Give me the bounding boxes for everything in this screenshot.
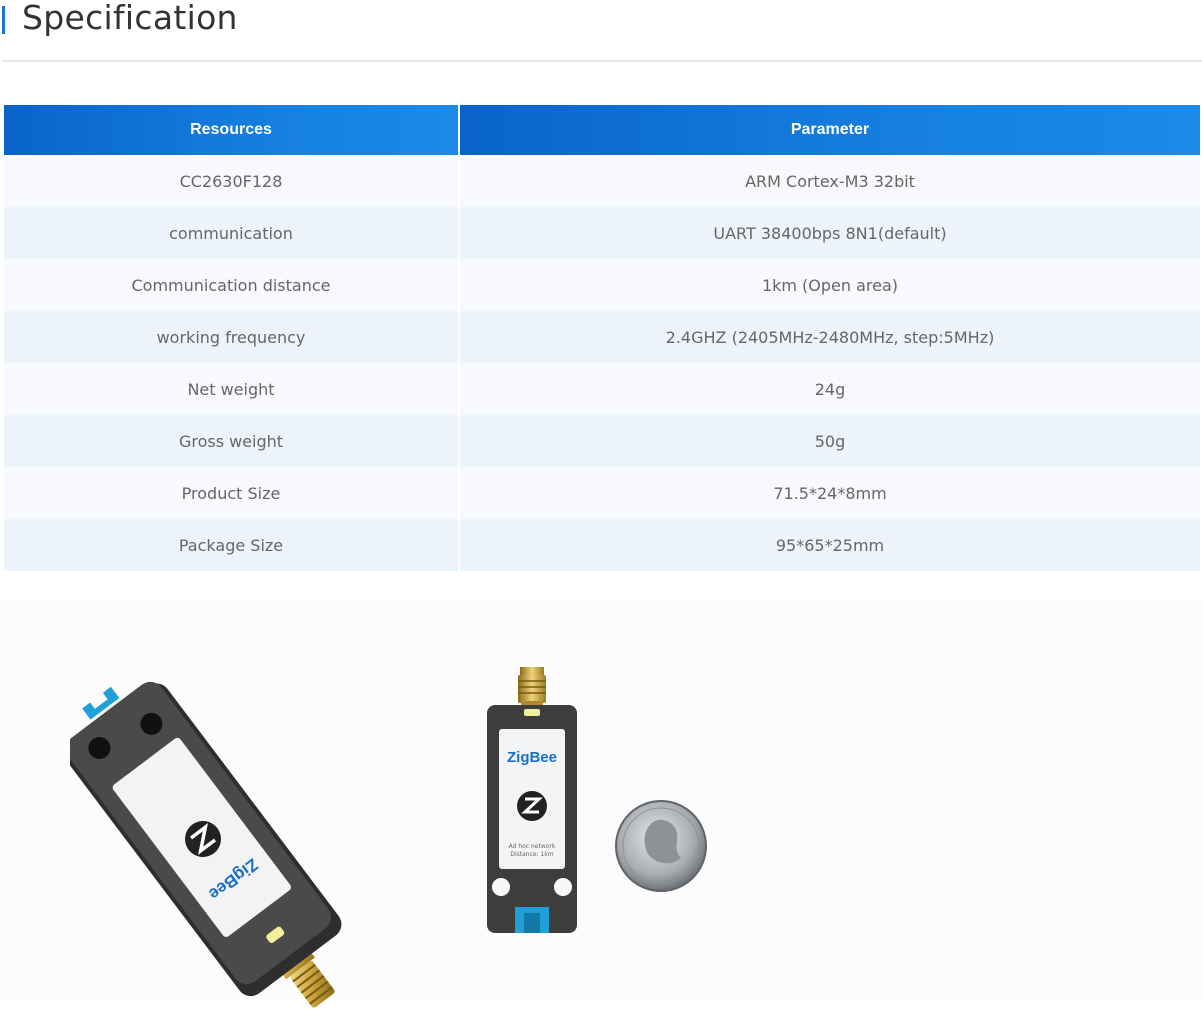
resource-cell: Product Size: [4, 467, 459, 519]
parameter-cell: 50g: [458, 415, 1200, 467]
parameter-cell: ARM Cortex-M3 32bit: [458, 155, 1200, 207]
parameter-cell: 1km (Open area): [458, 259, 1200, 311]
title-accent-bar: [2, 6, 5, 34]
label-line2: Distance: 1km: [510, 851, 553, 858]
table-row: Package Size 95*65*25mm: [4, 519, 1200, 571]
resource-cell: communication: [4, 207, 459, 259]
column-header-resources: Resources: [4, 105, 459, 155]
page-title: Specification: [22, 0, 238, 37]
resource-cell: CC2630F128: [4, 155, 459, 207]
table-row: communication UART 38400bps 8N1(default): [4, 207, 1200, 259]
sma-connector: [518, 667, 546, 707]
product-photos: ZigBee ZigBee Ad hoc network Distance: 1…: [0, 600, 1202, 1008]
spec-table: Resources Parameter CC2630F128 ARM Corte…: [4, 105, 1200, 571]
module-photo-angled: ZigBee: [70, 681, 342, 1008]
table-row: Gross weight 50g: [4, 415, 1200, 467]
table-row: Net weight 24g: [4, 363, 1200, 415]
module-photo-front: ZigBee Ad hoc network Distance: 1km: [487, 667, 577, 933]
parameter-cell: 95*65*25mm: [458, 519, 1200, 571]
label-brand: ZigBee: [507, 749, 557, 766]
table-row: Product Size 71.5*24*8mm: [4, 467, 1200, 519]
label-line1: Ad hoc network: [509, 843, 556, 850]
table-row: Communication distance 1km (Open area): [4, 259, 1200, 311]
divider: [2, 60, 1202, 62]
resource-cell: Net weight: [4, 363, 459, 415]
resource-cell: Package Size: [4, 519, 459, 571]
resource-cell: working frequency: [4, 311, 459, 363]
table-row: working frequency 2.4GHZ (2405MHz-2480MH…: [4, 311, 1200, 363]
resource-cell: Communication distance: [4, 259, 459, 311]
parameter-cell: 71.5*24*8mm: [458, 467, 1200, 519]
resource-cell: Gross weight: [4, 415, 459, 467]
table-row: CC2630F128 ARM Cortex-M3 32bit: [4, 155, 1200, 207]
parameter-cell: UART 38400bps 8N1(default): [458, 207, 1200, 259]
coin-scale-reference: [615, 800, 707, 892]
zigbee-logo-icon: [517, 791, 547, 821]
parameter-cell: 24g: [458, 363, 1200, 415]
column-header-parameter: Parameter: [458, 105, 1200, 155]
section-header: Specification: [0, 0, 1202, 62]
parameter-cell: 2.4GHZ (2405MHz-2480MHz, step:5MHz): [458, 311, 1200, 363]
table-header-row: Resources Parameter: [4, 105, 1200, 155]
